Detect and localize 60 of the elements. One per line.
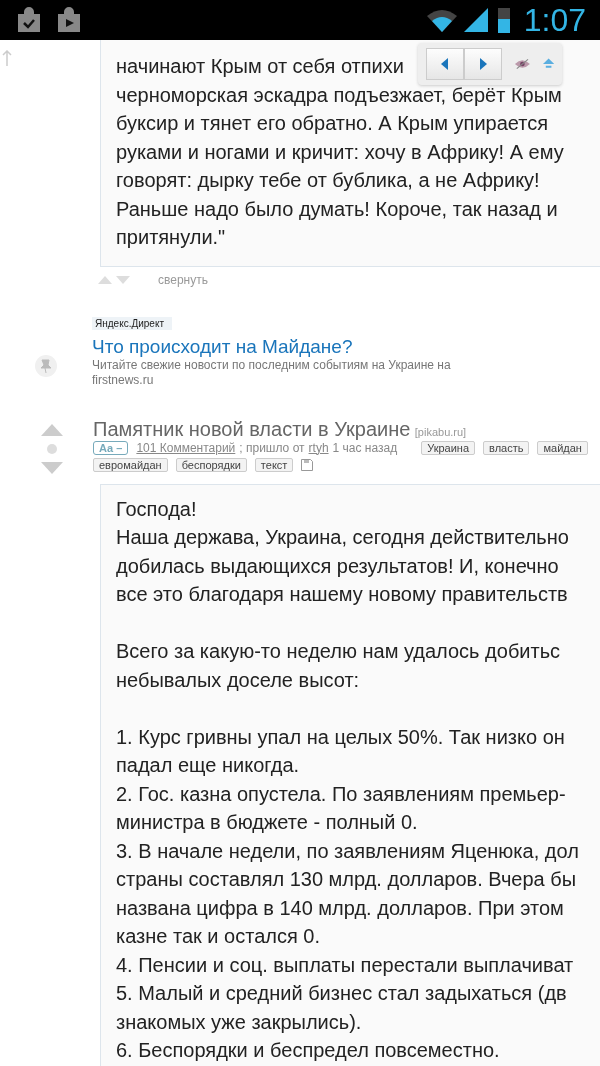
wifi-icon xyxy=(425,8,458,32)
posted-by-text: ; пришло от xyxy=(239,440,305,455)
post-text: 1. Курс гривны упал на целых 50%. Так низко он xyxy=(116,724,565,750)
comment-text: черноморская эскадра подъезжает, берёт Крым xyxy=(116,82,562,108)
comments-link[interactable]: 101 Комментарий xyxy=(136,440,236,455)
post-text: 6. Беспорядки и беспредел повсеместно. xyxy=(116,1038,500,1063)
tag[interactable]: евромайдан xyxy=(93,457,168,472)
tag[interactable]: текст xyxy=(254,457,294,472)
rating-dot-icon xyxy=(46,443,57,454)
ad-description: Читайте свежие новости по последним событиям на Украине на xyxy=(92,357,451,373)
comment-text: буксир и тянет его обратно. А Крым упирается xyxy=(116,111,549,136)
comment-text: начинают Крым от себя отпихи xyxy=(116,54,404,79)
shopping-bag-check-icon xyxy=(16,7,42,33)
pushpin-icon xyxy=(35,354,57,377)
signal-icon xyxy=(463,8,488,32)
post-text: 3. В начале недели, по заявлениям Яценюка, дол xyxy=(116,838,579,864)
post-title[interactable]: Памятник новой власти в Украине xyxy=(93,417,411,440)
source-label: [pikabu.ru] xyxy=(414,425,467,438)
post-text: все это благодаря нашему новому правительств xyxy=(116,582,568,607)
right-triangle-icon xyxy=(479,58,487,70)
up-arrow-icon xyxy=(2,50,12,66)
post-time: 1 час назад xyxy=(332,440,398,455)
post-text: Господа! xyxy=(116,496,197,522)
scroll-up-icon[interactable] xyxy=(542,58,554,70)
post-text: Всего за какую-то неделю нам удалось добитьс xyxy=(116,639,561,664)
downvote-icon[interactable] xyxy=(116,275,130,284)
post-text: 4. Пенсии и соц. выплаты перестали выплачиват xyxy=(116,952,574,978)
post-text: Наша держава, Украина, сегодня действительно xyxy=(116,525,569,550)
post-text: 2. Гос. казна опустела. По заявлениям премьер- xyxy=(116,781,566,807)
battery-icon xyxy=(497,7,510,33)
post-text: добилась выдающихся результатов! И, конечно xyxy=(116,553,559,579)
post-text: знакомых уже закрылись). xyxy=(116,1009,362,1035)
ad-title-link[interactable]: Что происходит на Майдане? xyxy=(92,335,353,358)
downvote-icon[interactable] xyxy=(40,461,63,474)
upvote-icon[interactable] xyxy=(98,275,112,284)
comment-text: Раньше надо было думать! Короче, так назад и xyxy=(116,196,558,222)
tag[interactable]: власть xyxy=(483,440,530,455)
hide-eye-icon[interactable] xyxy=(514,58,531,70)
next-button[interactable] xyxy=(464,48,502,80)
comment-text: притянули." xyxy=(116,225,226,250)
author-link[interactable]: rtyh xyxy=(308,440,329,455)
tag[interactable]: беспорядки xyxy=(175,457,247,472)
post-text: 5. Малый и средний бизнес стал задыхаться (дв xyxy=(116,981,567,1006)
ad-label: Яндекс.Директ xyxy=(92,316,172,330)
shopping-bag-play-icon xyxy=(56,7,82,33)
comment-text: говорят: дырку тебе от бублика, а не Африку! xyxy=(116,168,540,193)
post-text: страны составлял 130 млрд. долларов. Вчера бы xyxy=(116,867,577,892)
tag[interactable]: майдан xyxy=(537,440,588,455)
post-text: падал еще никогда. xyxy=(116,753,300,778)
clock: 1:07 xyxy=(523,1,586,39)
post-text: министра в бюджете - полный 0. xyxy=(116,810,418,835)
comment-text: руками и ногами и кричит: хочу в Африку! А ему xyxy=(116,139,564,165)
previous-button[interactable] xyxy=(426,48,464,80)
left-triangle-icon xyxy=(441,58,449,70)
post-text: казне так и остался 0. xyxy=(116,924,320,949)
post-text: названа цифра в 140 млрд. долларов. При этом xyxy=(116,895,564,921)
ad-domain: firstnews.ru xyxy=(92,372,154,388)
tag[interactable]: Украина xyxy=(421,440,476,455)
upvote-icon[interactable] xyxy=(40,423,63,436)
post-text: небывалых доселе высот: xyxy=(116,667,360,693)
